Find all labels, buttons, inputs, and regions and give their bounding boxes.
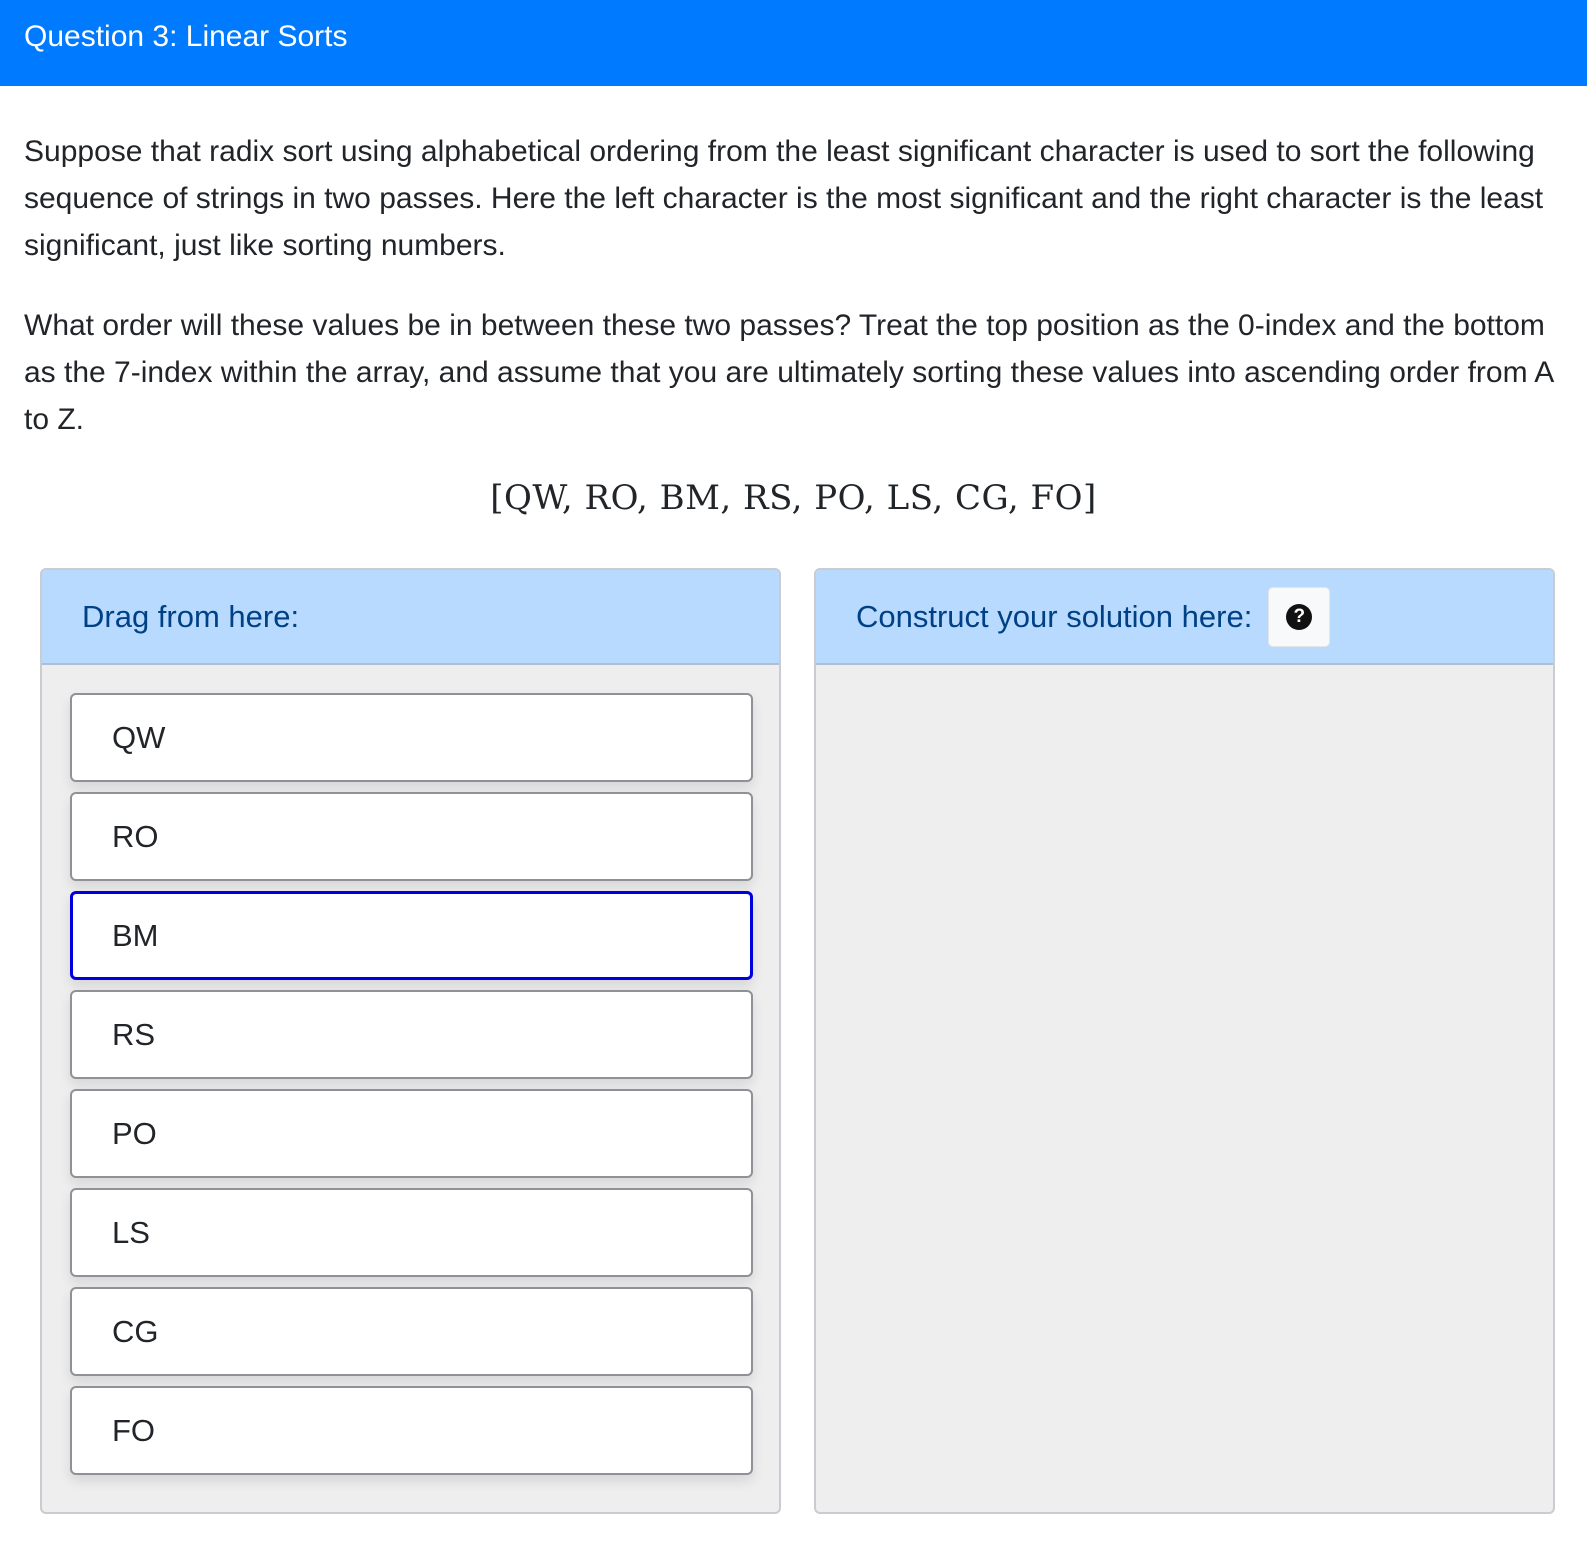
draggable-block-rs[interactable]: RS bbox=[70, 990, 753, 1079]
block-label: BM bbox=[112, 917, 159, 953]
question-circle-icon: ? bbox=[1286, 603, 1313, 630]
block-label: RS bbox=[112, 1016, 156, 1052]
source-panel[interactable]: Drag from here: QW RO BM RS PO LS CG FO bbox=[40, 568, 781, 1514]
answer-panel[interactable]: Construct your solution here: ? bbox=[814, 568, 1555, 1514]
draggable-block-ro[interactable]: RO bbox=[70, 792, 753, 881]
help-button[interactable]: ? bbox=[1268, 586, 1331, 647]
block-label: QW bbox=[112, 719, 166, 755]
question-title: Question 3: Linear Sorts bbox=[24, 20, 348, 53]
draggable-block-cg[interactable]: CG bbox=[70, 1287, 753, 1376]
draggable-block-po[interactable]: PO bbox=[70, 1089, 753, 1178]
answer-panel-header: Construct your solution here: ? bbox=[816, 570, 1553, 665]
question-text-paragraph-1: Suppose that radix sort using alphabetic… bbox=[24, 135, 1544, 262]
block-label: FO bbox=[112, 1412, 156, 1448]
draggable-block-fo[interactable]: FO bbox=[70, 1386, 753, 1475]
draggable-block-qw[interactable]: QW bbox=[70, 693, 753, 782]
question-text-paragraph-2: What order will these values be in betwe… bbox=[24, 309, 1553, 436]
block-label: LS bbox=[112, 1214, 150, 1250]
answer-panel-title: Construct your solution here: bbox=[856, 598, 1253, 634]
answer-drop-area[interactable] bbox=[816, 665, 1553, 1512]
draggable-block-ls[interactable]: LS bbox=[70, 1188, 753, 1277]
block-label: PO bbox=[112, 1115, 157, 1151]
input-sequence: [QW, RO, BM, RS, PO, LS, CG, FO] bbox=[490, 478, 1097, 518]
block-label: RO bbox=[112, 818, 159, 854]
question-header: Question 3: Linear Sorts bbox=[0, 0, 1587, 86]
source-panel-header: Drag from here: bbox=[42, 570, 779, 665]
block-label: CG bbox=[112, 1313, 159, 1349]
source-block-list[interactable]: QW RO BM RS PO LS CG FO bbox=[70, 693, 753, 1485]
source-panel-title: Drag from here: bbox=[82, 598, 300, 634]
draggable-block-bm[interactable]: BM bbox=[70, 891, 753, 980]
